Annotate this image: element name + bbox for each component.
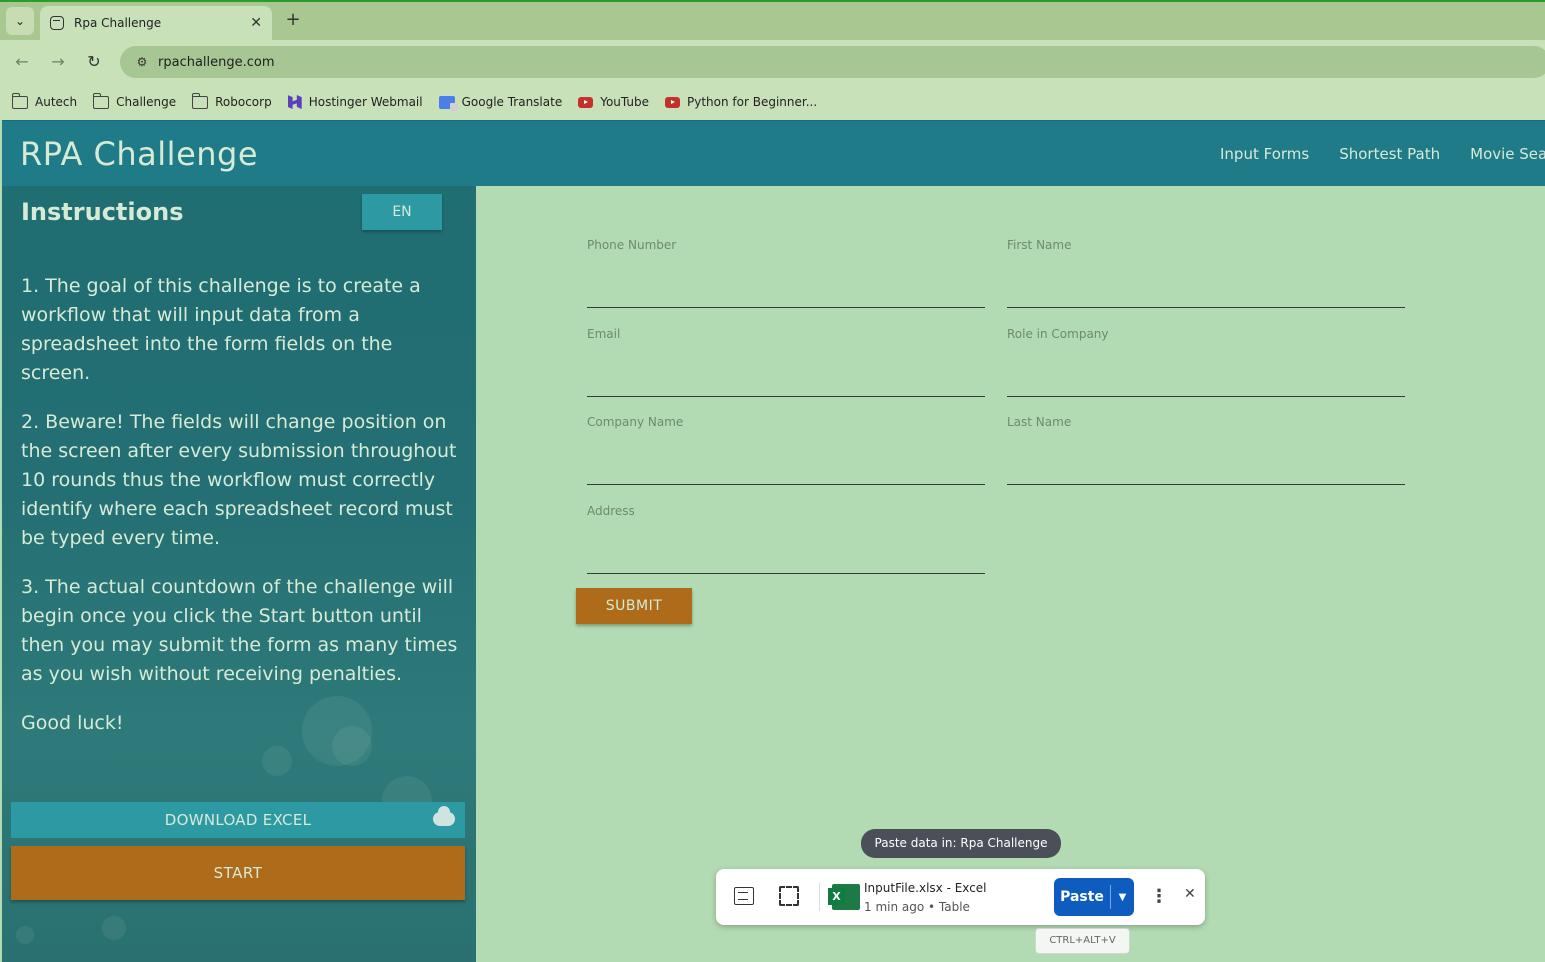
field-label: Company Name xyxy=(587,415,684,429)
field-label: Email xyxy=(587,327,621,341)
hostinger-icon xyxy=(287,95,302,109)
smart-paste-bar: InputFile.xlsx - Excel 1 min ago • Table… xyxy=(716,869,1205,925)
bookmark-label: Autech xyxy=(35,95,78,109)
bookmark-label: Challenge xyxy=(116,95,177,109)
field-label: Address xyxy=(587,504,635,518)
role-field: Role in Company xyxy=(1007,327,1405,397)
robot-favicon-icon xyxy=(50,16,64,30)
submit-button[interactable]: SUBMIT xyxy=(576,588,692,624)
clipboard-meta: 1 min ago • Table xyxy=(864,900,970,914)
bookmark-google-translate[interactable]: Google Translate xyxy=(438,95,563,111)
phone-number-input[interactable] xyxy=(587,277,985,305)
start-button[interactable]: START xyxy=(11,846,465,900)
download-excel-button[interactable]: DOWNLOAD EXCEL xyxy=(11,802,465,838)
bookmark-label: Google Translate xyxy=(461,95,563,109)
close-icon[interactable]: ✕ xyxy=(1184,886,1196,902)
address-input[interactable] xyxy=(587,543,985,571)
browser-tab[interactable]: Rpa Challenge ✕ xyxy=(40,6,272,40)
new-tab-button[interactable]: + xyxy=(283,10,303,30)
youtube-icon xyxy=(578,96,594,108)
bookmark-youtube[interactable]: YouTube xyxy=(578,95,649,109)
tab-title: Rpa Challenge xyxy=(74,16,162,30)
chevron-down-icon[interactable]: ▼ xyxy=(1111,892,1134,903)
first-name-field: First Name xyxy=(1007,238,1405,308)
bookmark-python[interactable]: Python for Beginner... xyxy=(665,95,817,109)
screenshot-select-icon[interactable] xyxy=(779,886,799,906)
field-label: Phone Number xyxy=(587,238,677,252)
decorative-bubble xyxy=(16,926,34,944)
bookmark-label: YouTube xyxy=(600,95,650,109)
email-input[interactable] xyxy=(587,366,985,394)
site-nav: Input Forms Shortest Path Movie Sea xyxy=(1220,145,1545,163)
address-field: Address xyxy=(587,504,985,574)
company-name-field: Company Name xyxy=(587,415,985,485)
last-name-field: Last Name xyxy=(1007,415,1405,485)
role-input[interactable] xyxy=(1007,366,1405,394)
folder-icon xyxy=(92,92,110,109)
decorative-bubble xyxy=(102,916,126,940)
clipboard-file-name: InputFile.xlsx - Excel xyxy=(864,881,987,895)
youtube-icon xyxy=(665,96,681,108)
bookmark-label: Hostinger Webmail xyxy=(308,95,423,109)
google-translate-icon xyxy=(438,95,458,111)
tab-close-icon[interactable]: ✕ xyxy=(250,15,262,31)
field-label: Role in Company xyxy=(1007,327,1109,341)
folder-icon xyxy=(191,92,209,109)
nav-input-forms[interactable]: Input Forms xyxy=(1220,145,1309,163)
excel-icon xyxy=(828,884,860,910)
cloud-download-icon xyxy=(433,806,455,826)
folder-icon xyxy=(11,92,28,109)
shortcut-hint: CTRL+ALT+V xyxy=(1035,928,1130,954)
last-name-input[interactable] xyxy=(1007,454,1405,482)
field-label: First Name xyxy=(1007,238,1072,252)
nav-movie-search[interactable]: Movie Sea xyxy=(1470,145,1545,163)
site-brand[interactable]: RPA Challenge xyxy=(20,135,258,173)
instructions-sidebar: Instructions EN 1. The goal of this chal… xyxy=(2,186,476,962)
reload-icon[interactable]: ↻ xyxy=(84,52,104,72)
phone-number-field: Phone Number xyxy=(587,238,985,308)
browser-toolbar: ← → ↻ ⚙ rpachallenge.com xyxy=(0,40,1545,84)
bookmark-label: Robocorp xyxy=(215,95,272,109)
site-settings-icon[interactable]: ⚙ xyxy=(134,54,150,70)
instruction-step: 1. The goal of this challenge is to crea… xyxy=(21,275,421,384)
instructions-text: 1. The goal of this challenge is to crea… xyxy=(21,272,461,758)
bookmark-label: Python for Beginner... xyxy=(687,95,818,109)
first-name-input[interactable] xyxy=(1007,277,1405,305)
field-label: Last Name xyxy=(1007,415,1072,429)
forward-icon[interactable]: → xyxy=(48,52,68,72)
instruction-step: 2. Beware! The fields will change positi… xyxy=(21,411,457,549)
language-button[interactable]: EN xyxy=(362,194,442,230)
clipboard-text-icon[interactable] xyxy=(734,887,754,905)
paste-label: Paste xyxy=(1060,889,1104,905)
company-name-input[interactable] xyxy=(587,454,985,482)
tab-bar: ⌄ Rpa Challenge ✕ + xyxy=(0,2,1545,40)
email-field: Email xyxy=(587,327,985,397)
bookmark-hostinger[interactable]: Hostinger Webmail xyxy=(287,95,423,109)
download-excel-label: DOWNLOAD EXCEL xyxy=(164,811,312,829)
bookmark-autech[interactable]: Autech xyxy=(11,92,78,109)
instruction-step: 3. The actual countdown of the challenge… xyxy=(21,576,458,685)
paste-button[interactable]: Paste ▼ xyxy=(1054,878,1134,916)
address-bar[interactable]: ⚙ rpachallenge.com xyxy=(120,46,1545,78)
good-luck-text: Good luck! xyxy=(21,712,124,734)
url-text: rpachallenge.com xyxy=(158,54,275,70)
instructions-title: Instructions xyxy=(21,198,184,226)
divider xyxy=(819,883,820,911)
bookmark-robocorp[interactable]: Robocorp xyxy=(191,92,272,109)
tab-search-button[interactable]: ⌄ xyxy=(6,7,34,35)
paste-tooltip: Paste data in: Rpa Challenge xyxy=(861,829,1061,858)
nav-shortest-path[interactable]: Shortest Path xyxy=(1339,145,1440,163)
back-icon[interactable]: ← xyxy=(12,52,32,72)
more-options-icon[interactable]: ⋮ xyxy=(1150,885,1168,909)
page-content: RPA Challenge Input Forms Shortest Path … xyxy=(2,120,1545,962)
bookmark-challenge[interactable]: Challenge xyxy=(92,92,177,109)
bookmarks-bar: Autech Challenge Robocorp Hostinger Webm… xyxy=(0,84,1545,120)
site-header: RPA Challenge Input Forms Shortest Path … xyxy=(2,120,1545,186)
